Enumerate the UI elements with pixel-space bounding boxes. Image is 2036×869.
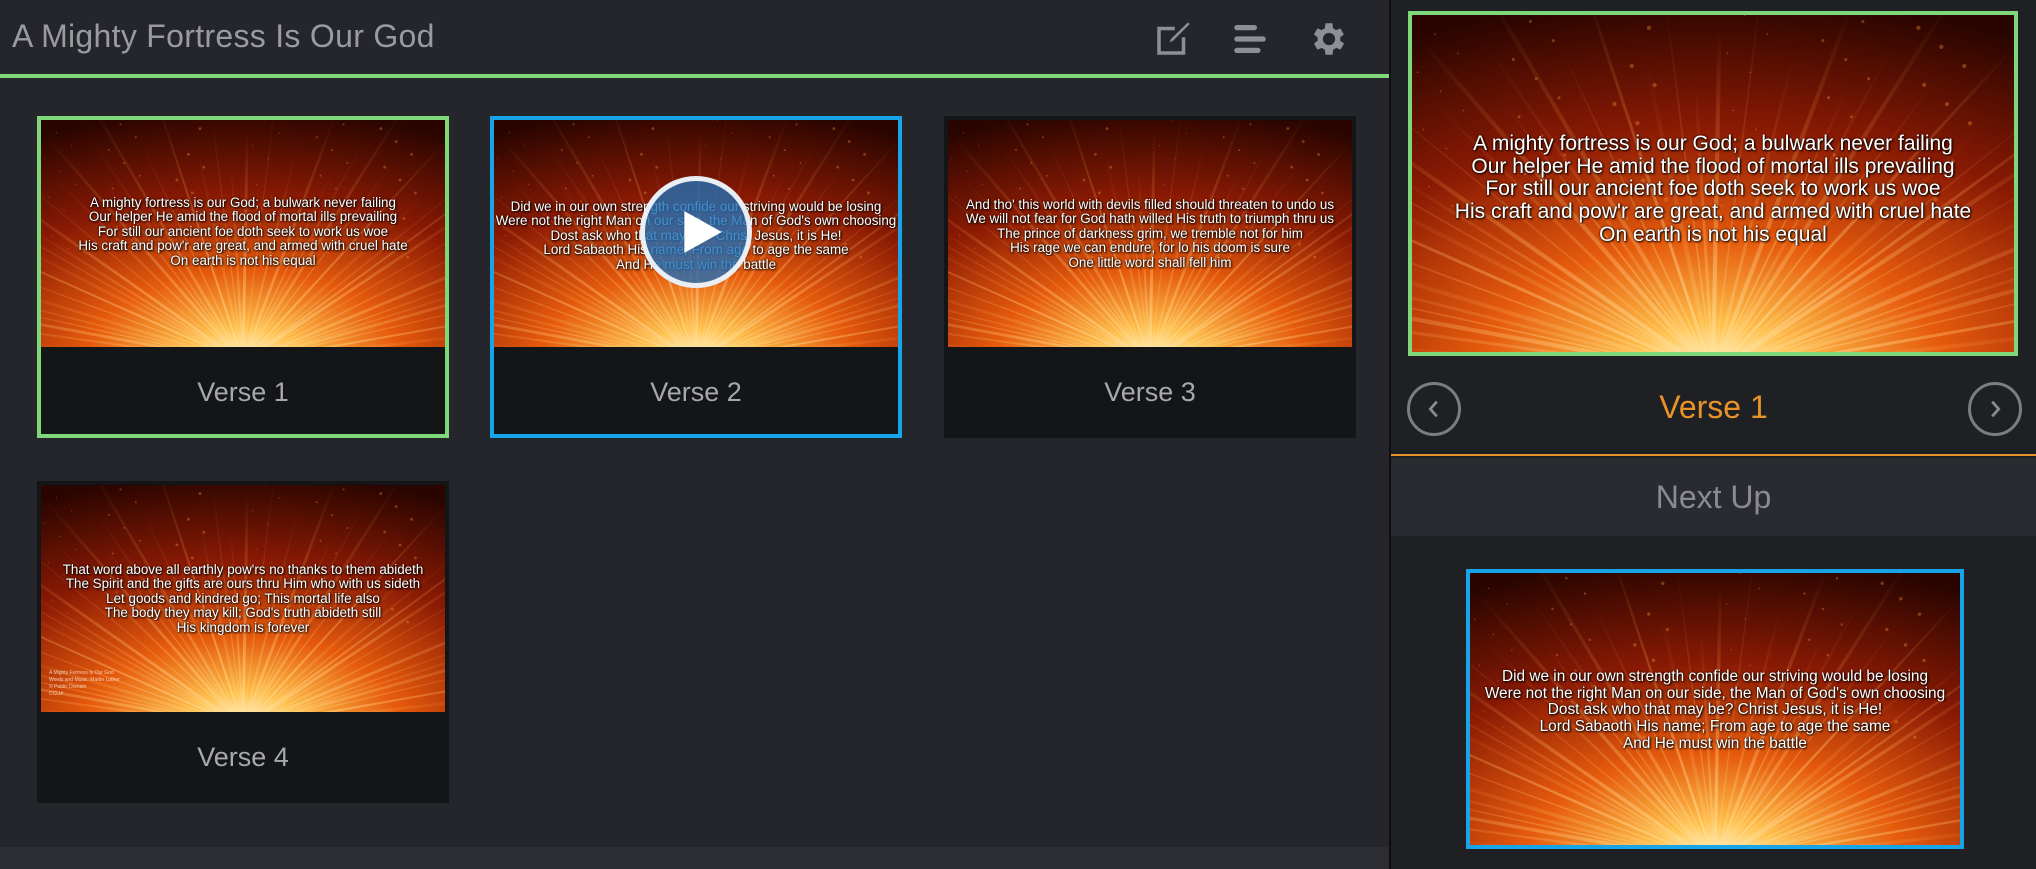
settings-button[interactable]	[1306, 16, 1352, 62]
lyric-line: Did we in our own strength confide our s…	[1501, 669, 1929, 685]
lyric-line: On earth is not his equal	[1599, 223, 1827, 246]
lyric-line: We will not fear for God hath willed His…	[965, 212, 1335, 227]
lyric-line: The Spirit and the gifts are ours thru H…	[65, 577, 421, 592]
slide-label: Verse 4	[197, 742, 289, 772]
current-slide-label: Verse 1	[1659, 389, 1768, 425]
credit-line: A Mighty Fortress Is Our God	[49, 670, 114, 676]
credit-line: Words and Music: Martin Luther	[49, 677, 120, 683]
slide-card-verse-1[interactable]: A mighty fortress is our God; a bulwark …	[37, 116, 449, 438]
lyric-line: Let goods and kindred go; This mortal li…	[106, 591, 380, 606]
play-icon	[684, 211, 722, 253]
list-button[interactable]	[1227, 16, 1273, 62]
next-up-header: Next Up	[1391, 458, 2036, 536]
live-pane: A mighty fortress is our God; a bulwark …	[1391, 0, 2036, 869]
next-slide-button[interactable]	[1968, 382, 2022, 436]
lyric-line: Our helper He amid the flood of mortal i…	[88, 210, 398, 225]
lyric-line: A mighty fortress is our God; a bulwark …	[1473, 133, 1953, 155]
next-up-slide: Did we in our own strength confide our s…	[1470, 573, 1960, 845]
lyric-line: His rage we can endure, for lo his doom …	[1010, 241, 1290, 256]
slide-label: Verse 3	[1104, 377, 1196, 407]
lyric-line: His craft and pow'r are great, and armed…	[1454, 201, 1972, 224]
lyric-line: For still our ancient foe doth seek to w…	[1485, 178, 1941, 201]
slide-thumbnail: Did we in our own strength confide our s…	[494, 120, 898, 347]
lyric-line: Our helper He amid the flood of mortal i…	[1471, 155, 1955, 178]
slide-credit: A Mighty Fortress Is Our God Words and Mu…	[49, 670, 120, 698]
slides-pane: A Mighty Fortress Is Our God A mighty fo…	[0, 0, 1389, 869]
slide-label: Verse 2	[650, 377, 742, 407]
slide-thumbnail: That word above all earthly pow'rs no th…	[41, 485, 445, 712]
slide-lyrics: And tho' this world with devils filled s…	[948, 198, 1352, 270]
app-window: A Mighty Fortress Is Our God A mighty fo…	[0, 0, 2036, 869]
song-title: A Mighty Fortress Is Our God	[12, 18, 435, 54]
lyric-line: And He must win the battle	[1623, 735, 1807, 752]
slide-thumbnail: And tho' this world with devils filled s…	[948, 120, 1352, 347]
lyric-line: Dost ask who that may be? Christ Jesus, …	[1547, 702, 1883, 719]
lyric-line: The prince of darkness grim, we tremble …	[997, 226, 1303, 241]
live-preview[interactable]: A mighty fortress is our God; a bulwark …	[1408, 11, 2018, 356]
slide-lyrics: A mighty fortress is our God; a bulwark …	[1412, 133, 2014, 246]
slide-lyrics: Did we in our own strength confide our s…	[1470, 669, 1960, 752]
gear-icon	[1313, 23, 1345, 55]
slide-card-verse-3[interactable]: And tho' this world with devils filled s…	[944, 116, 1356, 438]
song-header: A Mighty Fortress Is Our God	[0, 0, 1389, 78]
slide-lyrics: That word above all earthly pow'rs no th…	[41, 563, 445, 635]
next-up-preview[interactable]: Did we in our own strength confide our s…	[1466, 569, 1964, 849]
slide-lyrics: A mighty fortress is our God; a bulwark …	[41, 196, 445, 268]
credit-line: CCLI#	[49, 691, 64, 697]
lyric-line: And tho' this world with devils filled s…	[965, 198, 1335, 212]
lyric-line: His kingdom is forever	[176, 620, 310, 635]
lyric-line: Were not the right Man on our side, the …	[1484, 685, 1946, 702]
lyric-line: For still our ancient foe doth seek to w…	[97, 224, 389, 239]
slide-navigation: Verse 1	[1391, 364, 2036, 456]
lyric-line: One little word shall fell him	[1068, 255, 1232, 270]
lyric-line: His craft and pow'r are great, and armed…	[78, 239, 408, 254]
slide-card-verse-2[interactable]: Did we in our own strength confide our s…	[490, 116, 902, 438]
footer-strip	[0, 847, 1389, 869]
play-button[interactable]	[640, 176, 752, 288]
edit-icon	[1157, 22, 1190, 55]
list-icon	[1234, 25, 1266, 53]
credit-line: © Public Domain	[49, 684, 87, 690]
slide-thumbnail: A mighty fortress is our God; a bulwark …	[41, 120, 445, 347]
lyric-line: The body they may kill; God's truth abid…	[104, 606, 382, 621]
slide-card-verse-4[interactable]: That word above all earthly pow'rs no th…	[37, 481, 449, 803]
lyric-line: On earth is not his equal	[170, 253, 316, 268]
edit-button[interactable]	[1150, 16, 1196, 62]
live-preview-slide: A mighty fortress is our God; a bulwark …	[1412, 15, 2014, 352]
lyric-line: A mighty fortress is our God; a bulwark …	[90, 196, 396, 210]
chevron-right-icon	[1991, 400, 2001, 418]
lyric-line: That word above all earthly pow'rs no th…	[62, 563, 424, 577]
slide-label: Verse 1	[197, 377, 289, 407]
lyric-line: Lord Sabaoth His name; From age to age t…	[1539, 718, 1891, 735]
